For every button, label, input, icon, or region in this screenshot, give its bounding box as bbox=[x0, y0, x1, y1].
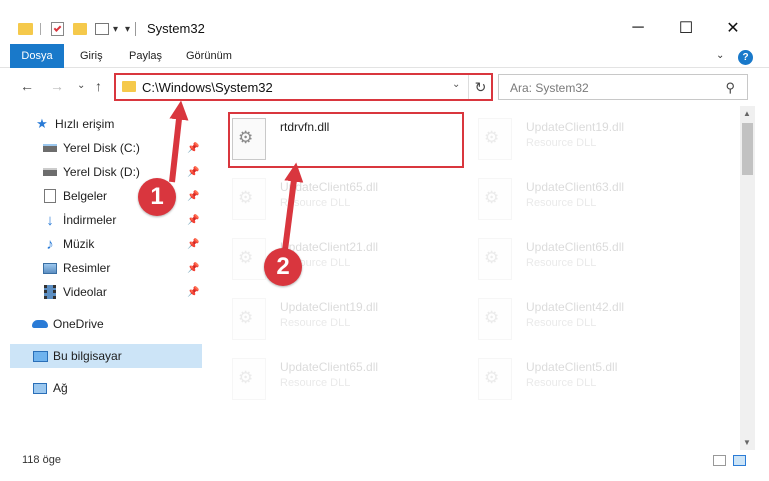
step-marker-1: 1 bbox=[138, 178, 176, 216]
step-marker-2: 2 bbox=[264, 248, 302, 286]
annotation-arrows bbox=[169, 100, 304, 251]
arrow-2 bbox=[282, 162, 304, 251]
arrow-1 bbox=[169, 100, 189, 183]
